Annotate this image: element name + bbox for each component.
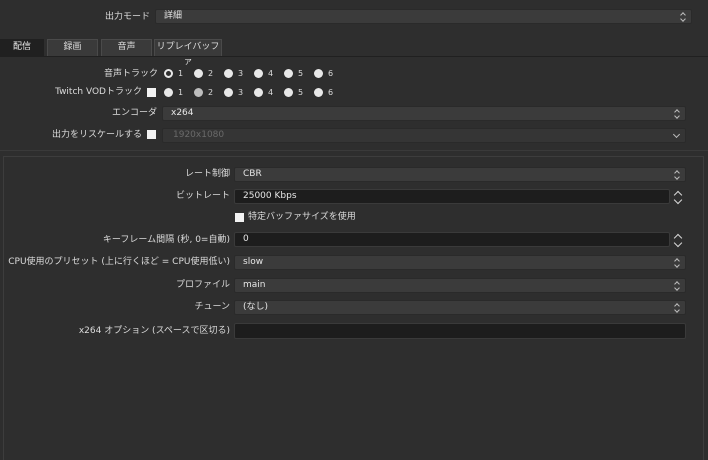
custom-buffer-checkbox[interactable] bbox=[235, 213, 244, 222]
updown-arrows-icon bbox=[674, 302, 681, 313]
twitch-vod-label: Twitch VODトラック bbox=[55, 87, 142, 97]
profile-select[interactable]: main bbox=[234, 278, 686, 293]
keyframe-label: キーフレーム間隔 (秒, 0=自動) bbox=[102, 235, 230, 245]
audio-track-radio-6[interactable] bbox=[314, 69, 323, 78]
keyframe-spin-buttons[interactable] bbox=[672, 231, 684, 248]
x264-options-label: x264 オプション (スペースで区切る) bbox=[78, 326, 230, 336]
custom-buffer-label: 特定バッファサイズを使用 bbox=[248, 212, 356, 222]
bitrate-input[interactable]: 25000 Kbps bbox=[234, 189, 670, 204]
rescale-value: 1920x1080 bbox=[173, 130, 225, 140]
twitch-vod-radio-4[interactable] bbox=[254, 88, 263, 97]
arrow-down-icon[interactable] bbox=[673, 238, 683, 248]
audio-track-radio-5[interactable] bbox=[284, 69, 293, 78]
radio-label: 2 bbox=[208, 69, 214, 78]
radio-label: 6 bbox=[328, 88, 334, 97]
twitch-vod-checkbox[interactable] bbox=[147, 88, 156, 97]
profile-label: プロファイル bbox=[175, 280, 230, 290]
tab-audio[interactable]: 音声 bbox=[101, 39, 152, 56]
updown-arrows-icon bbox=[674, 257, 681, 268]
audio-track-radio-3[interactable] bbox=[224, 69, 233, 78]
encoder-select[interactable]: x264 bbox=[162, 106, 686, 121]
radio-label: 5 bbox=[298, 69, 304, 78]
radio-label: 2 bbox=[208, 88, 214, 97]
output-mode-select[interactable]: 詳細 bbox=[155, 9, 692, 24]
rescale-checkbox[interactable] bbox=[147, 130, 156, 139]
radio-label: 4 bbox=[268, 69, 274, 78]
arrow-down-icon[interactable] bbox=[673, 195, 683, 205]
radio-label: 5 bbox=[298, 88, 304, 97]
radio-label: 1 bbox=[178, 69, 184, 78]
twitch-vod-radio-6[interactable] bbox=[314, 88, 323, 97]
encoder-value: x264 bbox=[171, 108, 194, 118]
radio-label: 3 bbox=[238, 88, 244, 97]
audio-track-radio-1[interactable] bbox=[164, 69, 173, 78]
cpu-preset-select[interactable]: slow bbox=[234, 255, 686, 270]
tab-recording[interactable]: 録画 bbox=[47, 39, 98, 56]
rescale-select[interactable]: 1920x1080 bbox=[162, 128, 686, 143]
chevron-down-icon bbox=[672, 130, 681, 139]
updown-arrows-icon bbox=[680, 11, 687, 22]
updown-arrows-icon bbox=[674, 169, 681, 180]
profile-value: main bbox=[243, 280, 266, 290]
tab-streaming[interactable]: 配信 bbox=[0, 39, 44, 56]
rate-control-select[interactable]: CBR bbox=[234, 167, 686, 182]
x264-options-input[interactable] bbox=[234, 323, 686, 339]
twitch-vod-radio-3[interactable] bbox=[224, 88, 233, 97]
bitrate-label: ビットレート bbox=[175, 191, 230, 201]
keyframe-input[interactable]: 0 bbox=[234, 232, 670, 247]
cpu-preset-value: slow bbox=[243, 257, 264, 267]
output-mode-label: 出力モード bbox=[104, 12, 150, 22]
bitrate-spin-buttons[interactable] bbox=[672, 188, 684, 205]
twitch-vod-radio-5[interactable] bbox=[284, 88, 293, 97]
radio-label: 3 bbox=[238, 69, 244, 78]
rate-control-label: レート制御 bbox=[184, 169, 230, 179]
radio-label: 6 bbox=[328, 69, 334, 78]
encoder-label: エンコーダ bbox=[111, 108, 157, 118]
tab-divider bbox=[0, 56, 708, 57]
audio-track-label: 音声トラック bbox=[103, 69, 158, 79]
output-mode-value: 詳細 bbox=[164, 11, 183, 21]
tune-select[interactable]: (なし) bbox=[234, 300, 686, 315]
audio-track-radio-4[interactable] bbox=[254, 69, 263, 78]
tune-label: チューン bbox=[194, 302, 230, 312]
radio-label: 1 bbox=[178, 88, 184, 97]
audio-track-radio-2[interactable] bbox=[194, 69, 203, 78]
updown-arrows-icon bbox=[674, 280, 681, 291]
radio-label: 4 bbox=[268, 88, 274, 97]
rate-control-value: CBR bbox=[243, 169, 262, 179]
tab-replay-buffer[interactable]: リプレイバッファ bbox=[154, 39, 222, 67]
twitch-vod-radio-1[interactable] bbox=[164, 88, 173, 97]
rescale-label: 出力をリスケールする bbox=[51, 130, 142, 140]
twitch-vod-radio-2[interactable] bbox=[194, 88, 203, 97]
updown-arrows-icon bbox=[674, 108, 681, 119]
cpu-preset-label: CPU使用のプリセット (上に行くほど = CPU使用低い) bbox=[8, 257, 230, 267]
section-divider bbox=[0, 150, 708, 151]
tune-value: (なし) bbox=[243, 302, 269, 312]
